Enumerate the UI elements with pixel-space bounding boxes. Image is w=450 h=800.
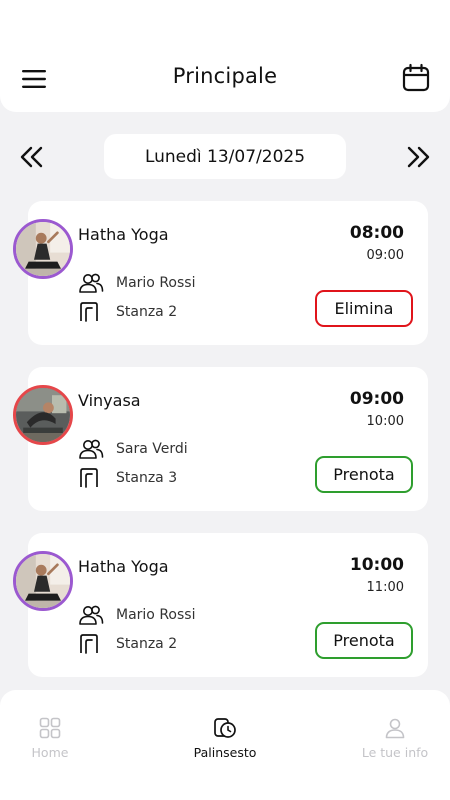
instructor-avatar [13,219,73,279]
end-time: 11:00 [366,580,404,595]
room-icon [80,634,98,654]
calendar-icon[interactable] [401,63,431,93]
delete-booking-button[interactable]: Elimina [315,290,413,327]
yoga-photo-icon [16,554,70,608]
previous-day-icon[interactable] [19,144,45,170]
room-row: Stanza 3 [78,467,177,489]
nav-your-info[interactable]: Le tue info [340,716,450,760]
nav-your-info-label: Le tue info [361,745,429,760]
start-time: 08:00 [349,223,404,243]
bottom-navigation: Home Palinsesto Le tue info [0,690,450,800]
people-icon [79,439,104,459]
nav-palinsesto[interactable]: Palinsesto [170,716,280,760]
nav-home[interactable]: Home [0,716,105,760]
people-icon [79,605,104,625]
lesson-card[interactable]: Hatha Yoga 08:00 09:00 Mario Rossi Stanz… [13,201,428,345]
room-row: Stanza 2 [78,633,177,655]
room-name: Stanza 2 [116,636,178,652]
room-row: Stanza 2 [78,301,177,323]
people-icon [79,273,104,293]
nav-palinsesto-label: Palinsesto [193,745,257,760]
lesson-name: Hatha Yoga [78,225,169,244]
nav-home-label: Home [31,745,69,760]
grid-icon [39,717,61,739]
page-title: Principale [172,64,278,88]
end-time: 10:00 [366,414,404,429]
lesson-card[interactable]: Vinyasa 09:00 10:00 Sara Verdi Stanza 3 … [13,367,428,511]
book-button[interactable]: Prenota [315,456,413,493]
instructor-avatar [13,385,73,445]
lesson-name: Hatha Yoga [78,557,169,576]
teacher-name: Sara Verdi [116,441,188,457]
next-day-icon[interactable] [405,144,431,170]
user-icon [385,718,405,739]
start-time: 10:00 [349,555,404,575]
lesson-card[interactable]: Hatha Yoga 10:00 11:00 Mario Rossi Stanz… [13,533,428,677]
current-date: Lunedì 13/07/2025 [144,146,306,167]
yoga-photo-icon [16,222,70,276]
start-time: 09:00 [349,389,404,409]
lesson-name: Vinyasa [78,391,141,410]
room-icon [80,468,98,488]
end-time: 09:00 [366,248,404,263]
teacher-row: Sara Verdi [78,438,188,460]
teacher-name: Mario Rossi [116,607,196,623]
teacher-row: Mario Rossi [78,272,195,294]
teacher-row: Mario Rossi [78,604,195,626]
book-button[interactable]: Prenota [315,622,413,659]
room-icon [80,302,98,322]
date-selector[interactable]: Lunedì 13/07/2025 [104,134,346,179]
room-name: Stanza 2 [116,304,178,320]
instructor-avatar [13,551,73,611]
room-name: Stanza 3 [116,470,178,486]
schedule-icon [214,718,236,738]
yoga-photo-icon [16,388,70,442]
teacher-name: Mario Rossi [116,275,196,291]
top-bar: Principale [0,0,450,112]
app-screen: Principale Lunedì 13/07/2025 Hatha Yoga … [0,0,450,800]
